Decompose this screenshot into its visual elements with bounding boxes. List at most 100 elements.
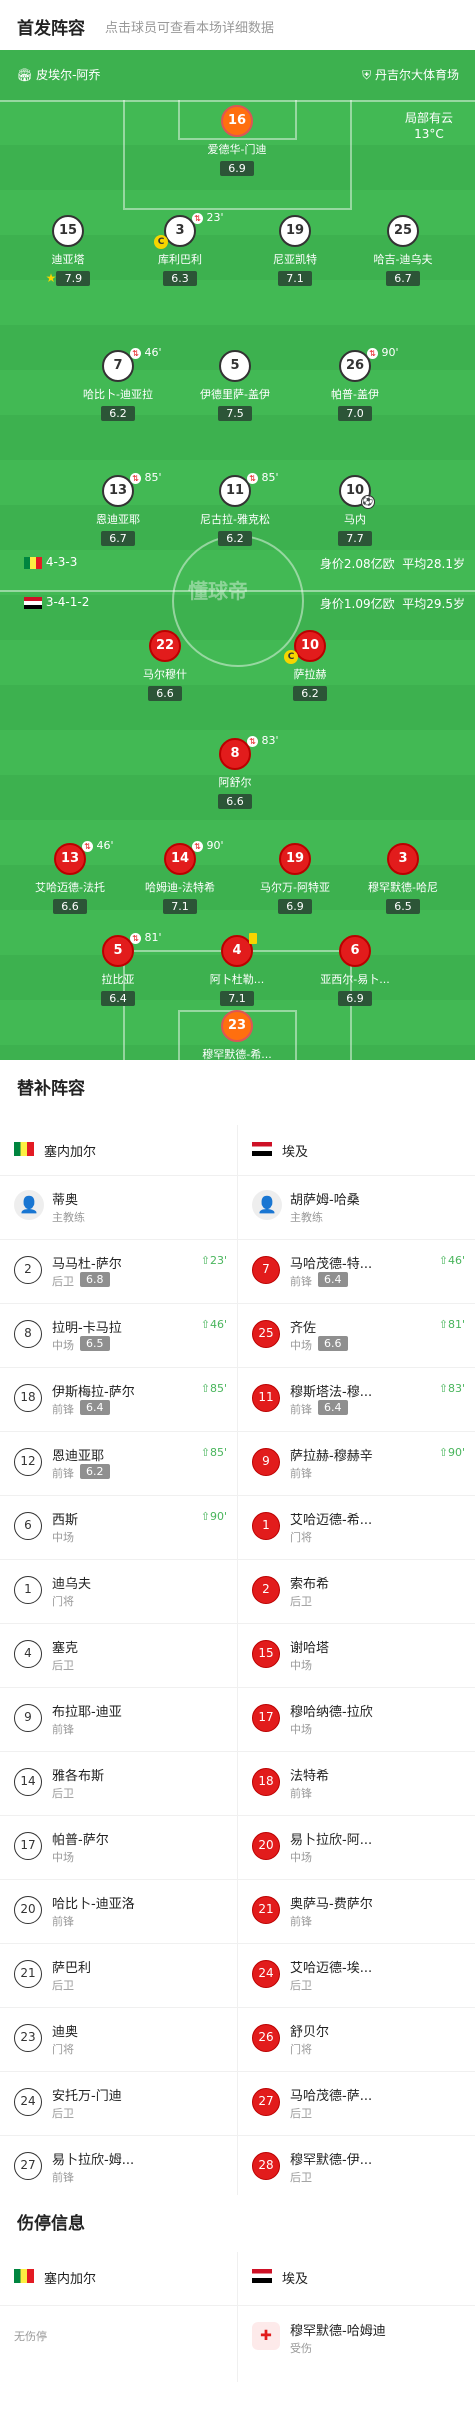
event-minute: 46' <box>141 346 162 359</box>
goal-ball-icon: ⚽ <box>361 495 375 509</box>
sub-in-icon: ⇧ <box>200 1510 210 1523</box>
injury-item[interactable]: ✚ 穆罕默德-哈姆迪 受伤 <box>238 2305 475 2365</box>
player-number: 3 <box>387 843 419 875</box>
sub-number: 9 <box>14 1704 42 1732</box>
player[interactable]: 19 马尔万-阿特亚 6.9 <box>245 843 345 914</box>
sub-name: 穆斯塔法-穆... <box>290 1385 373 1400</box>
player[interactable]: 23穆罕默德-希...7.2 <box>187 1010 287 1060</box>
sub-position: 前锋 <box>52 2171 74 2184</box>
page-subtitle: 点击球员可查看本场详细数据 <box>105 21 275 36</box>
sub-player-row[interactable]: 6 西斯 中场 ⇧90' <box>0 1495 237 1559</box>
sub-position: 主教练 <box>290 1211 323 1224</box>
player-number: 6 <box>339 935 371 967</box>
weather: 局部有云 13°C <box>405 110 453 142</box>
sub-player-row[interactable]: 2 马马杜-萨尔 后卫 6.8 ⇧23' <box>0 1239 237 1303</box>
sub-player-row[interactable]: 14 雅各布斯 后卫 <box>0 1751 237 1815</box>
sub-player-row[interactable]: 👤 胡萨姆-哈桑 主教练 <box>238 1175 475 1239</box>
event-minute: 23' <box>203 211 224 224</box>
player[interactable]: 4 阿卜杜勒... 7.1 <box>187 932 287 1006</box>
sub-player-row[interactable]: 8 拉明-卡马拉 中场 6.5 ⇧46' <box>0 1303 237 1367</box>
rating-wrap: 6.4 <box>101 987 135 1006</box>
player[interactable]: 15 迪亚塔 ★ 7.9 <box>18 215 118 286</box>
sub-player-row[interactable]: 24 安托万-门迪 后卫 <box>0 2071 237 2135</box>
sub-player-row[interactable]: 25 齐佐 中场 6.6 ⇧81' <box>238 1303 475 1367</box>
sub-position: 后卫 <box>52 1659 74 1672</box>
player-name: 亚西尔-易卜... <box>320 973 390 986</box>
sub-player-row[interactable]: 24 艾哈迈德-埃... 后卫 <box>238 1943 475 2007</box>
egypt-flag-icon <box>252 1142 272 1156</box>
player[interactable]: 14 哈姆迪-法特希 7.1 ⇅ 90' <box>130 839 230 914</box>
sub-player-row[interactable]: 23 迪奥 门将 <box>0 2007 237 2071</box>
sub-player-row[interactable]: 👤 蒂奥 主教练 <box>0 1175 237 1239</box>
sub-name: 塞克 <box>52 1641 79 1656</box>
sub-in-icon: ⇧ <box>438 1446 448 1459</box>
sub-player-row[interactable]: 21 奥萨马-费萨尔 前锋 <box>238 1879 475 1943</box>
injuries-header: 伤停信息 <box>0 2197 475 2241</box>
sub-in-minute: ⇧85' <box>201 1382 227 1395</box>
sub-number: 11 <box>252 1384 280 1412</box>
pitch-topbar: 🏟 皮埃尔-阿乔 ⛨ 丹吉尔大体育场 <box>0 50 475 100</box>
player[interactable]: 13 恩迪亚耶 6.7 ⇅ 85' <box>68 471 168 546</box>
player-name: 阿卜杜勒... <box>209 973 265 986</box>
player[interactable]: 3 穆罕默德-哈尼 6.5 <box>353 843 453 914</box>
player[interactable]: 5 拉比亚 6.4 ⇅ 81' <box>68 931 168 1006</box>
player[interactable]: 8 阿舒尔 6.6 ⇅ 83' <box>185 734 285 809</box>
sub-player-row[interactable]: 17 帕普-萨尔 中场 <box>0 1815 237 1879</box>
player[interactable]: 22 马尔穆什 6.6 <box>115 630 215 701</box>
sub-player-row[interactable]: 17 穆哈纳德-拉欣 中场 <box>238 1687 475 1751</box>
player[interactable]: 6 亚西尔-易卜... 6.9 <box>305 935 405 1006</box>
sub-player-row[interactable]: 28 穆罕默德-伊... 后卫 <box>238 2135 475 2199</box>
player[interactable]: 19 尼亚凯特 7.1 <box>245 215 345 286</box>
sub-player-row[interactable]: 20 哈比卜-迪亚洛 前锋 <box>0 1879 237 1943</box>
sub-player-row[interactable]: 15 谢哈塔 中场 <box>238 1623 475 1687</box>
sub-position: 门将 <box>52 1595 74 1608</box>
sub-player-row[interactable]: 26 舒贝尔 门将 <box>238 2007 475 2071</box>
player[interactable]: 7 哈比卜-迪亚拉 6.2 ⇅ 46' <box>68 346 168 421</box>
sub-player-row[interactable]: 9 萨拉赫-穆赫辛 前锋 ⇧90' <box>238 1431 475 1495</box>
sub-player-row[interactable]: 12 恩迪亚耶 前锋 6.2 ⇧85' <box>0 1431 237 1495</box>
player[interactable]: 10 C 萨拉赫 6.2 <box>260 630 360 701</box>
whistle-icon: 🏟 <box>17 68 33 82</box>
sub-in-minute: ⇧46' <box>439 1254 465 1267</box>
sub-player-row[interactable]: 18 法特希 前锋 <box>238 1751 475 1815</box>
sub-name: 易卜拉欣-阿... <box>290 1833 373 1848</box>
sub-minute: 83' <box>447 1382 465 1395</box>
sub-name: 穆哈纳德-拉欣 <box>290 1705 373 1720</box>
player-rating: 6.2 <box>293 686 327 701</box>
sub-player-row[interactable]: 7 马哈茂德-特... 前锋 6.4 ⇧46' <box>238 1239 475 1303</box>
player-event: ⇅ 81' <box>130 931 162 944</box>
player[interactable]: 13 艾哈迈德-法托 6.6 ⇅ 46' <box>20 839 120 914</box>
sub-player-row[interactable]: 4 塞克 后卫 <box>0 1623 237 1687</box>
lineup-header: 首发阵容 点击球员可查看本场详细数据 <box>0 0 475 50</box>
sub-player-row[interactable]: 1 迪乌夫 门将 <box>0 1559 237 1623</box>
rating-wrap: ★ 7.9 <box>46 267 91 286</box>
sub-player-row[interactable]: 18 伊斯梅拉-萨尔 前锋 6.4 ⇧85' <box>0 1367 237 1431</box>
sub-number: 17 <box>252 1704 280 1732</box>
sub-in-icon: ⇧ <box>438 1382 448 1395</box>
player[interactable]: 5 伊德里萨-盖伊 7.5 <box>185 350 285 421</box>
sub-player-row[interactable]: 21 萨巴利 后卫 <box>0 1943 237 2007</box>
sub-player-row[interactable]: 11 穆斯塔法-穆... 前锋 6.4 ⇧83' <box>238 1367 475 1431</box>
sub-player-row[interactable]: 9 布拉耶-迪亚 前锋 <box>0 1687 237 1751</box>
sub-player-row[interactable]: 20 易卜拉欣-阿... 中场 <box>238 1815 475 1879</box>
sub-player-row[interactable]: 27 马哈茂德-萨... 后卫 <box>238 2071 475 2135</box>
sub-name: 穆罕默德-伊... <box>290 2153 373 2168</box>
sub-player-row[interactable]: 2 索布希 后卫 <box>238 1559 475 1623</box>
player[interactable]: 11 尼古拉-雅克松 6.2 ⇅ 85' <box>185 471 285 546</box>
player[interactable]: 26 帕普-盖伊 7.0 ⇅ 90' <box>305 346 405 421</box>
player-number: 23 <box>221 1010 253 1042</box>
sub-player-row[interactable]: 1 艾哈迈德-希... 门将 <box>238 1495 475 1559</box>
sub-player-row[interactable]: 27 易卜拉欣-姆... 前锋 <box>0 2135 237 2199</box>
player[interactable]: 16 爱德华-门迪 6.9 <box>187 105 287 176</box>
player-name: 尼古拉-雅克松 <box>200 513 270 526</box>
sub-position: 后卫 <box>52 2107 74 2120</box>
sub-name: 安托万-门迪 <box>52 2089 122 2104</box>
player[interactable]: 25 哈吉-迪乌夫 6.7 <box>353 215 453 286</box>
player[interactable]: 10 ⚽ 马内 7.7 <box>305 475 405 546</box>
sub-name: 易卜拉欣-姆... <box>52 2153 135 2168</box>
sub-position: 中场 <box>290 1339 312 1352</box>
player[interactable]: 3 C 库利巴利 6.3 ⇅ 23' <box>130 211 230 286</box>
substitution-icon: ⇅ <box>247 735 258 747</box>
egypt-flag-icon <box>252 2269 272 2283</box>
sub-rating: 6.2 <box>80 1464 110 1479</box>
